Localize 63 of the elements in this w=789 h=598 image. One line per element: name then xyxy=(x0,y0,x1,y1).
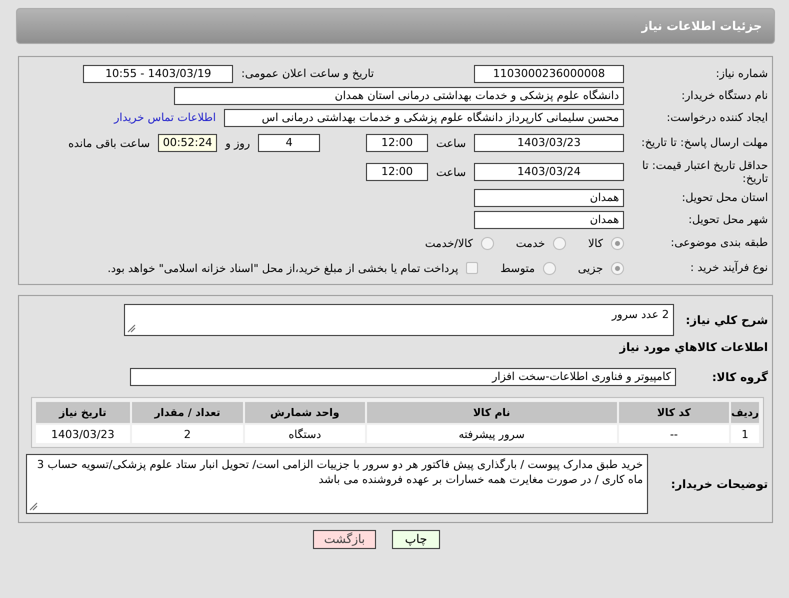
option-label: کالا xyxy=(588,236,603,250)
field-label: استان محل تحویل: xyxy=(680,190,768,204)
radio-button[interactable] xyxy=(542,262,556,274)
field-label: ساعت باقی مانده xyxy=(68,136,150,150)
field-label: مهلت ارسال پاسخ: تا تاریخ: xyxy=(640,136,768,150)
checkbox[interactable] xyxy=(466,262,478,274)
resize-grip-icon[interactable] xyxy=(29,502,38,511)
field-label: گروه کالا: xyxy=(711,370,768,384)
column-header: تعداد / مقدار xyxy=(132,402,244,423)
field-label: حداقل تاریخ اعتبار قیمت: تا تاریخ: xyxy=(641,158,768,186)
radio-button[interactable] xyxy=(611,262,624,274)
column-header: واحد شمارش xyxy=(245,402,364,423)
field-label: شماره نیاز: xyxy=(714,66,768,80)
table-cell: سرور پیشرفته xyxy=(366,425,617,443)
table-cell: 2 xyxy=(132,425,244,443)
field-label: توضیحات خریدار: xyxy=(670,477,768,491)
field-label: شرح کلي نياز: xyxy=(684,313,768,327)
option-label: کالا/خدمت xyxy=(425,236,473,250)
city-field: همدان xyxy=(474,210,624,228)
summary-text-area[interactable]: 2 عدد سرور xyxy=(124,304,674,336)
announce-date-field: 1403/03/19 - 10:55 xyxy=(83,64,234,82)
radio-button[interactable] xyxy=(480,236,494,250)
table-cell: دستگاه xyxy=(245,425,364,443)
buyer-notes-text-area[interactable]: خرید طبق مدارک پیوست / بارگذاری پیش فاکتور هر دو سرور با جزییات الزامی است/ تحویل انبار ستاد علوم پزشکی/تسویه حساب 3 ماه کاری / در صورت مغایرت همه خسارات بر عهده فروشنده می باشد xyxy=(26,454,648,514)
back-button[interactable]: بازگشت xyxy=(313,530,376,549)
contact-link[interactable]: اطلاعات تماس خریدار xyxy=(114,111,216,124)
date-field: 1403/03/23 xyxy=(474,134,624,152)
radio-button[interactable] xyxy=(553,236,566,250)
field-label: شهر محل تحویل: xyxy=(687,212,768,226)
column-header: کد کالا xyxy=(618,402,730,423)
time-field: 12:00 xyxy=(366,134,428,152)
option-label: خدمت xyxy=(516,236,546,250)
print-button[interactable]: چاپ xyxy=(392,530,440,549)
table-cell: 1403/03/23 xyxy=(36,425,130,443)
checkbox-label: پرداخت تمام یا بخشی از مبلغ خرید،از محل "اسناد خزانه اسلامی" خواهد بود. xyxy=(108,262,458,274)
field-label: نام دستگاه خریدار: xyxy=(680,88,768,102)
time-field: 12:00 xyxy=(366,163,428,181)
option-label: جزیی xyxy=(578,262,603,274)
date-field: 1403/03/24 xyxy=(474,163,624,181)
radio-button[interactable] xyxy=(611,236,624,250)
remaining-time-field: 00:52:24 xyxy=(158,134,218,152)
goods-group-field: کامپیوتر و فناوری اطلاعات-سخت افزار xyxy=(130,368,676,386)
column-header: تاریخ نیاز xyxy=(36,402,130,423)
section-heading: اطلاعات کالاهاي مورد نياز xyxy=(618,340,768,354)
requester-field: محسن سلیمانی کارپرداز دانشگاه علوم پزشکی و خدمات بهداشتی درمانی اس xyxy=(224,108,624,126)
page-title: جزئیات اطلاعات نیاز xyxy=(641,19,762,33)
need-number-field: 1103000236000008 xyxy=(474,64,624,82)
days-field: 4 xyxy=(258,134,320,152)
table-cell: 1 xyxy=(731,425,759,443)
field-label: نوع فرآیند خرید : xyxy=(689,261,768,275)
resize-grip-icon[interactable] xyxy=(127,324,136,333)
field-label: تاریخ و ساعت اعلان عمومی: xyxy=(241,67,374,80)
buyer-org-field: دانشگاه علوم پزشکی و خدمات بهداشتی درمانی استان همدان xyxy=(174,86,624,104)
field-label: ایجاد کننده درخواست: xyxy=(666,110,768,124)
table-cell: -- xyxy=(618,425,730,443)
province-field: همدان xyxy=(474,188,624,206)
option-label: متوسط xyxy=(500,262,535,274)
field-label: طبقه بندی موضوعی: xyxy=(670,236,768,250)
column-header: نام کالا xyxy=(366,402,617,423)
column-header: ردیف xyxy=(731,402,759,423)
field-label: ساعت xyxy=(436,166,466,178)
field-label: روز و xyxy=(225,136,250,150)
field-label: ساعت xyxy=(436,136,466,150)
